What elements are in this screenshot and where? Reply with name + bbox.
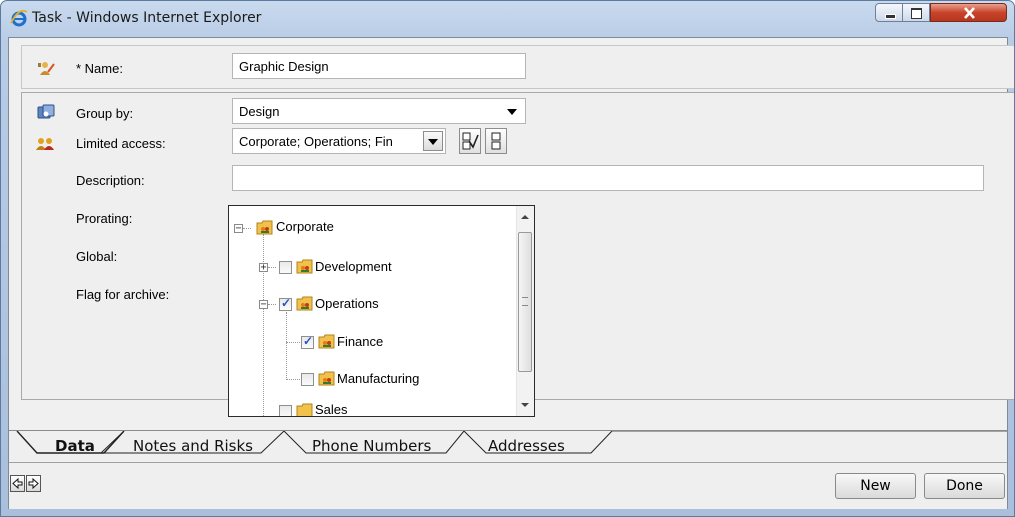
scroll-thumb[interactable] xyxy=(518,232,532,372)
minimize-icon xyxy=(885,14,896,19)
tree-checkbox-development[interactable] xyxy=(279,261,292,274)
select-all-button[interactable] xyxy=(459,128,481,154)
expand-icon[interactable]: + xyxy=(259,263,268,273)
folder-group-icon xyxy=(318,371,335,386)
tree-connector xyxy=(243,228,251,229)
description-input[interactable] xyxy=(232,165,984,191)
maximize-button[interactable] xyxy=(903,3,930,22)
previous-record-button[interactable] xyxy=(10,475,25,492)
name-panel: * Name: Graphic Design xyxy=(21,45,1014,89)
arrow-left-icon xyxy=(12,477,23,490)
limited-access-dropdown-button[interactable] xyxy=(423,131,443,151)
title-bar: Task - Windows Internet Explorer xyxy=(1,1,1014,37)
prorating-label: Prorating: xyxy=(76,211,133,226)
limited-access-value: Corporate; Operations; Fin xyxy=(239,134,393,149)
tree-label-operations: Operations xyxy=(315,296,379,311)
name-label: * Name: xyxy=(76,61,123,76)
done-button[interactable]: Done xyxy=(924,473,1005,499)
tree-checkbox-operations[interactable] xyxy=(279,296,292,311)
scroll-down-icon[interactable] xyxy=(521,403,529,407)
global-label: Global: xyxy=(76,249,118,264)
people-icon xyxy=(36,138,54,150)
chevron-down-icon xyxy=(507,109,517,115)
next-record-button[interactable] xyxy=(26,475,41,492)
tree-label-corporate: Corporate xyxy=(276,219,334,234)
group-icon xyxy=(37,104,55,119)
folder-group-icon xyxy=(296,259,313,274)
tree-label-manufacturing: Manufacturing xyxy=(337,371,420,386)
name-input[interactable]: Graphic Design xyxy=(232,53,526,79)
tree-label-development: Development xyxy=(315,259,392,274)
tree-checkbox-manufacturing[interactable] xyxy=(301,373,314,386)
group-by-value: Design xyxy=(239,104,280,119)
chevron-down-icon xyxy=(428,139,438,145)
tree-connector xyxy=(268,304,276,305)
limited-access-label: Limited access: xyxy=(76,136,166,151)
collapse-icon[interactable]: − xyxy=(259,300,268,310)
folder-group-icon xyxy=(318,334,335,349)
user-pen-icon xyxy=(38,62,55,75)
tree-scrollbar[interactable] xyxy=(516,206,534,416)
browser-window: Task - Windows Internet Explorer * Name:… xyxy=(0,0,1015,517)
limited-access-tree-dropdown[interactable]: − Corporate + Development − ✓ Operations… xyxy=(228,205,535,417)
folder-group-icon xyxy=(256,220,273,235)
folder-group-icon xyxy=(296,296,313,311)
grip-icon xyxy=(522,297,528,306)
tab-addresses[interactable]: Addresses xyxy=(488,437,565,455)
uncheck-all-icon xyxy=(491,132,501,150)
tree-label-sales: Sales xyxy=(315,402,348,417)
group-by-label: Group by: xyxy=(76,106,134,121)
close-button[interactable] xyxy=(930,3,1007,22)
tab-data[interactable]: Data xyxy=(55,437,95,455)
scroll-up-icon[interactable] xyxy=(521,215,529,219)
tree-connector xyxy=(286,312,287,378)
close-icon xyxy=(964,7,975,19)
new-button[interactable]: New xyxy=(835,473,916,499)
tree-checkbox-sales[interactable] xyxy=(279,405,292,416)
check-all-icon xyxy=(462,132,479,150)
folder-group-icon xyxy=(296,403,313,416)
tab-notes-and-risks[interactable]: Notes and Risks xyxy=(133,437,253,455)
group-by-select[interactable]: Design xyxy=(232,98,526,124)
flag-for-archive-label: Flag for archive: xyxy=(76,287,170,302)
limited-access-select[interactable]: Corporate; Operations; Fin xyxy=(232,128,446,154)
window-title: Task - Windows Internet Explorer xyxy=(32,10,262,26)
bottom-toolbar: New Done xyxy=(9,462,1007,509)
description-label: Description: xyxy=(76,173,145,188)
maximize-icon xyxy=(911,8,922,19)
clear-all-button[interactable] xyxy=(485,128,507,154)
collapse-icon[interactable]: − xyxy=(234,224,243,234)
tab-strip: Data Notes and Risks Phone Numbers Addre… xyxy=(9,430,1007,461)
tree-connector xyxy=(286,379,300,380)
tree-connector xyxy=(268,267,276,268)
internet-explorer-icon xyxy=(10,9,28,27)
tree-connector xyxy=(286,342,300,343)
arrow-right-icon xyxy=(28,477,39,490)
tree-checkbox-finance[interactable] xyxy=(301,334,314,349)
tree-label-finance: Finance xyxy=(337,334,384,349)
tab-phone-numbers[interactable]: Phone Numbers xyxy=(312,437,431,455)
minimize-button[interactable] xyxy=(875,3,903,22)
